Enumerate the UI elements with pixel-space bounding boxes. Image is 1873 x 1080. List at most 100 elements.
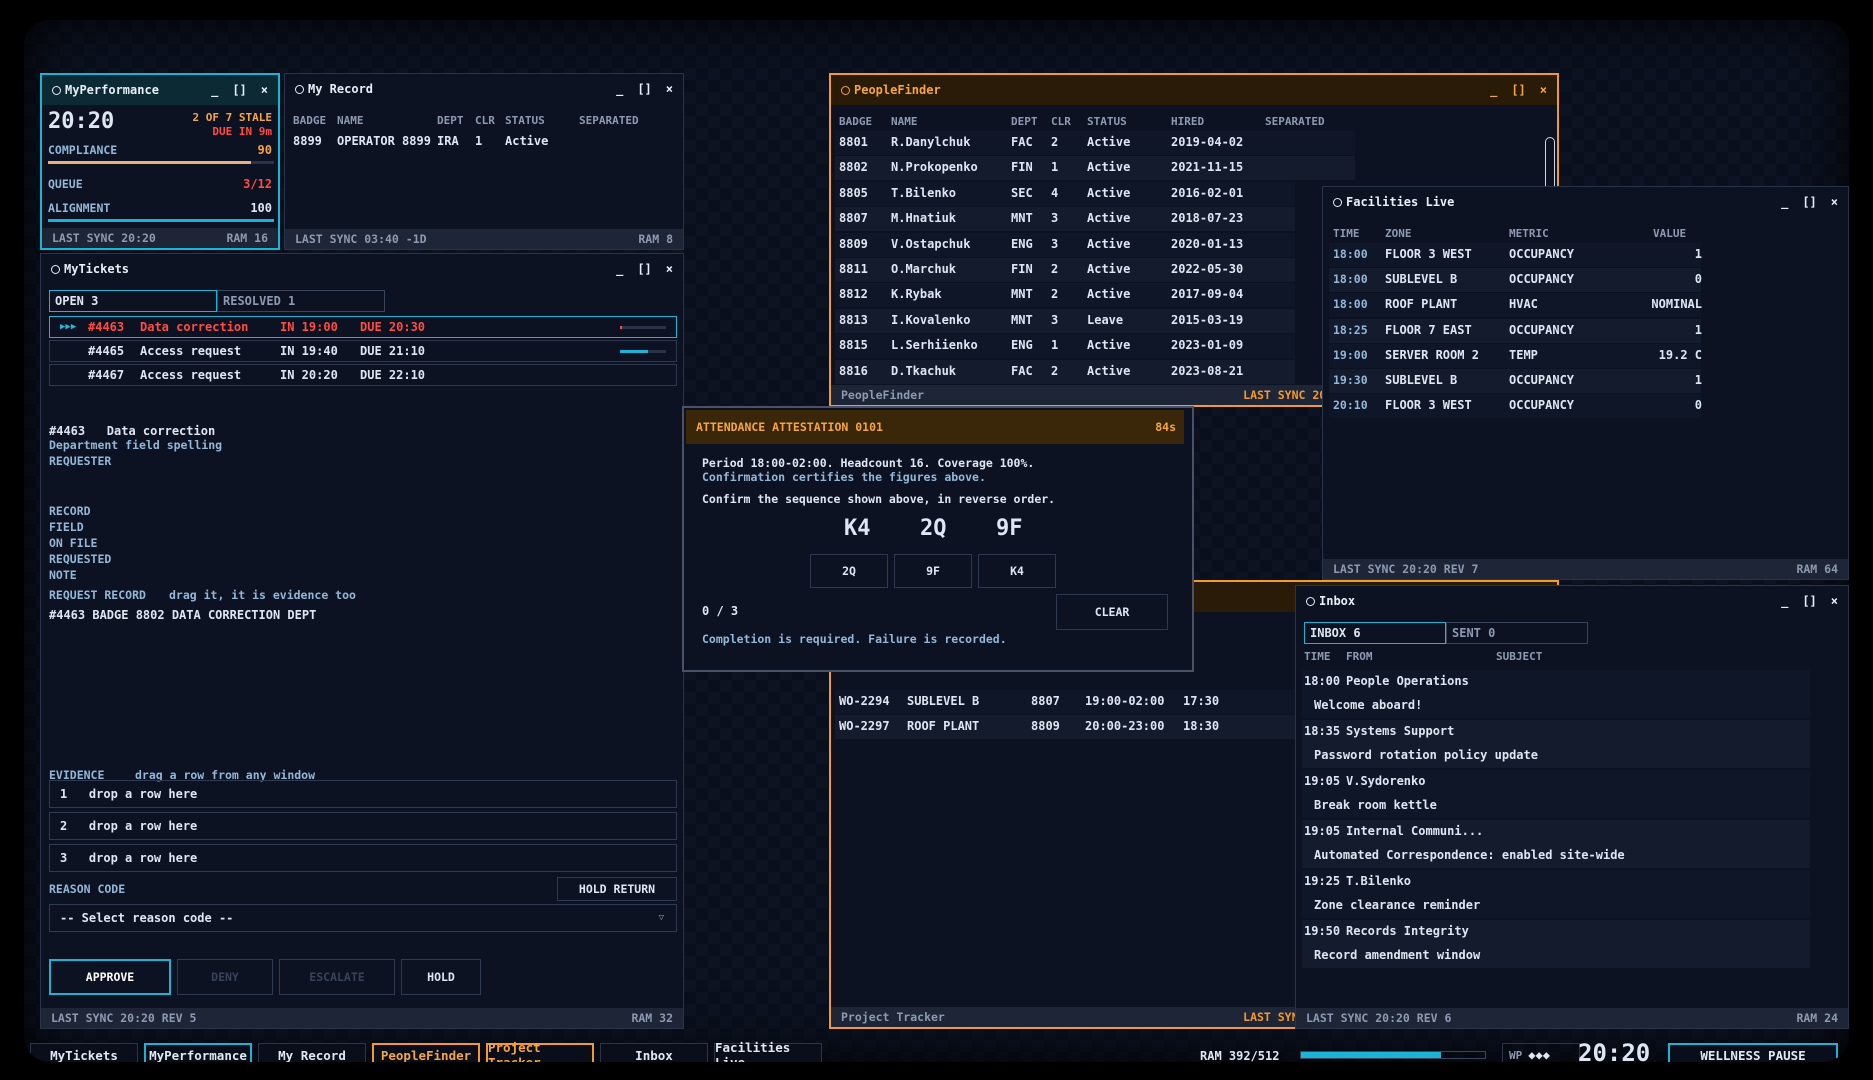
taskbar-item-myperformance[interactable]: MyPerformance	[144, 1043, 252, 1062]
facilities-header-2: METRIC	[1509, 227, 1549, 240]
maximize-button[interactable]: []	[1802, 195, 1816, 209]
close-button[interactable]: ×	[666, 82, 673, 96]
close-button[interactable]: ×	[666, 262, 673, 276]
taskbar-item-my-record[interactable]: My Record	[258, 1043, 366, 1062]
hold-button[interactable]: HOLD	[401, 959, 481, 995]
close-button[interactable]: ×	[261, 83, 268, 97]
record-dept[interactable]: IRA	[437, 134, 459, 148]
people-cell: R.Danylchuk	[891, 135, 971, 149]
request-record-draggable[interactable]: #4463 BADGE 8802 DATA CORRECTION DEPT	[49, 608, 316, 622]
project-cell: ROOF PLANT	[907, 719, 980, 733]
wellness-pause-button[interactable]: WELLNESS PAUSE	[1668, 1043, 1838, 1062]
hold-return-button[interactable]: HOLD RETURN	[557, 877, 677, 901]
record-clr[interactable]: 1	[475, 134, 482, 148]
maximize-button[interactable]: []	[1802, 594, 1816, 608]
perf-stale: 2 OF 7 STALE	[192, 111, 272, 124]
maximize-button[interactable]: []	[1511, 83, 1525, 97]
people-cell: 8812	[839, 287, 868, 302]
message-time: 18:00	[1304, 674, 1341, 688]
record-window[interactable]: My Record _ [] × BADGE NAME DEPT CLR STATU…	[284, 73, 684, 250]
minimize-button[interactable]: _	[1781, 195, 1788, 209]
taskbar-item-facilities-live[interactable]: Facilities Live	[714, 1040, 822, 1062]
choice-button[interactable]: 2Q	[810, 554, 888, 588]
people-cell: 8801	[839, 135, 868, 149]
status-ram: RAM 32	[631, 1011, 673, 1025]
approve-button[interactable]: APPROVE	[49, 959, 171, 995]
people-cell: O.Marchuk	[891, 262, 957, 276]
taskbar-clock: 20:20	[1578, 1039, 1651, 1062]
evidence-slot[interactable]: 2 drop a row here	[49, 812, 677, 840]
facilities-cell: SERVER ROOM 2	[1385, 347, 1479, 362]
peoplefinder-titlebar[interactable]: PeopleFinder _ [] ×	[831, 75, 1557, 105]
maximize-button[interactable]: []	[637, 82, 651, 96]
screen: MyPerformance _ [] × 20:20 2 OF 7 STALE DU…	[0, 0, 1873, 1080]
ticket-due: DUE 20:30	[360, 320, 426, 334]
maximize-button[interactable]: []	[232, 83, 246, 97]
window-icon	[52, 85, 61, 95]
taskbar-item-inbox[interactable]: Inbox	[600, 1043, 708, 1062]
clear-button[interactable]: CLEAR	[1056, 594, 1168, 630]
facilities-statusbar: LAST SYNC 20:20 REV 7 RAM 64	[1323, 559, 1848, 579]
people-cell: Leave	[1087, 312, 1124, 327]
record-badge[interactable]: 8899	[293, 134, 322, 148]
modal-footer: Completion is required. Failure is recor…	[702, 632, 1007, 646]
taskbar-item-peoplefinder[interactable]: PeopleFinder	[372, 1043, 480, 1062]
deny-button[interactable]: DENY	[177, 959, 273, 995]
people-cell: MNT	[1011, 287, 1033, 302]
taskbar-item-mytickets[interactable]: MyTickets	[30, 1043, 138, 1062]
alignment-bar	[48, 219, 274, 222]
ticket-row[interactable]: #4465 Access request IN 19:40 DUE 21:10	[49, 340, 677, 362]
window-icon	[51, 264, 60, 274]
minimize-button[interactable]: _	[1490, 83, 1497, 97]
peoplefinder-title: PeopleFinder	[854, 83, 941, 97]
ticket-id: #4467	[88, 368, 125, 382]
tickets-titlebar[interactable]: MyTickets _ [] ×	[41, 254, 683, 284]
tab-resolved[interactable]: RESOLVED 1	[217, 290, 385, 312]
status-left: LAST SYNC 20:20 REV 6	[1306, 1011, 1452, 1025]
perf-window[interactable]: MyPerformance _ [] × 20:20 2 OF 7 STALE DU…	[40, 73, 280, 250]
ticket-progress	[620, 350, 666, 353]
people-cell: Active	[1087, 160, 1131, 175]
escalate-button[interactable]: ESCALATE	[279, 959, 395, 995]
record-titlebar[interactable]: My Record _ [] ×	[285, 74, 683, 104]
perf-titlebar[interactable]: MyPerformance _ [] ×	[42, 75, 278, 105]
taskbar-item-project-tracker[interactable]: Project Tracker	[486, 1040, 594, 1062]
ticket-row[interactable]: ▶▶▶ #4463 Data correction IN 19:00 DUE 2…	[49, 316, 677, 338]
facilities-cell: 20:10	[1333, 398, 1368, 413]
tickets-window[interactable]: MyTickets _ [] × OPEN 3 RESOLVED 1 ▶▶▶ #44…	[40, 253, 684, 1029]
close-button[interactable]: ×	[1831, 195, 1838, 209]
people-cell: 8813	[839, 312, 868, 327]
evidence-slot[interactable]: 3 drop a row here	[49, 844, 677, 872]
close-button[interactable]: ×	[1540, 83, 1547, 97]
ticket-due: DUE 22:10	[360, 368, 426, 382]
record-name[interactable]: OPERATOR 8899	[337, 134, 431, 148]
people-cell: ENG	[1011, 338, 1033, 353]
project-row[interactable]	[835, 690, 1295, 714]
close-button[interactable]: ×	[1831, 594, 1838, 608]
project-row[interactable]	[835, 715, 1295, 739]
tab-inbox[interactable]: INBOX 6	[1304, 622, 1446, 644]
project-cell: 20:00-23:00	[1085, 719, 1165, 733]
tab-sent[interactable]: SENT 0	[1446, 622, 1588, 644]
people-header-5: HIRED	[1171, 115, 1205, 128]
choice-button[interactable]: K4	[978, 554, 1056, 588]
minimize-button[interactable]: _	[616, 262, 623, 276]
record-status[interactable]: Active	[505, 134, 548, 148]
evidence-slot[interactable]: 1 drop a row here	[49, 780, 677, 808]
inbox-titlebar[interactable]: Inbox _ [] ×	[1296, 586, 1848, 616]
message-time: 19:50	[1304, 924, 1341, 938]
maximize-button[interactable]: []	[637, 262, 651, 276]
reason-code-select[interactable]: -- Select reason code -- ▽	[49, 904, 677, 932]
minimize-button[interactable]: _	[616, 82, 623, 96]
facilities-window[interactable]: Facilities Live _ [] × TIME ZONE METRIC VALUE…	[1322, 186, 1849, 580]
inbox-window[interactable]: Inbox _ [] × INBOX 6 SENT 0 TIME FROM SUBJ…	[1295, 585, 1849, 1029]
minimize-button[interactable]: _	[211, 83, 218, 97]
inbox-header-subject: SUBJECT	[1496, 650, 1543, 663]
choice-button[interactable]: 9F	[894, 554, 972, 588]
facilities-titlebar[interactable]: Facilities Live _ [] ×	[1323, 187, 1848, 217]
facilities-cell: 1	[1694, 373, 1702, 387]
attestation-modal[interactable]: ATTENDANCE ATTESTATION 0101 84s Period 1…	[682, 406, 1194, 672]
minimize-button[interactable]: _	[1781, 594, 1788, 608]
ticket-row[interactable]: #4467 Access request IN 20:20 DUE 22:10	[49, 364, 677, 386]
tab-open[interactable]: OPEN 3	[49, 290, 217, 312]
